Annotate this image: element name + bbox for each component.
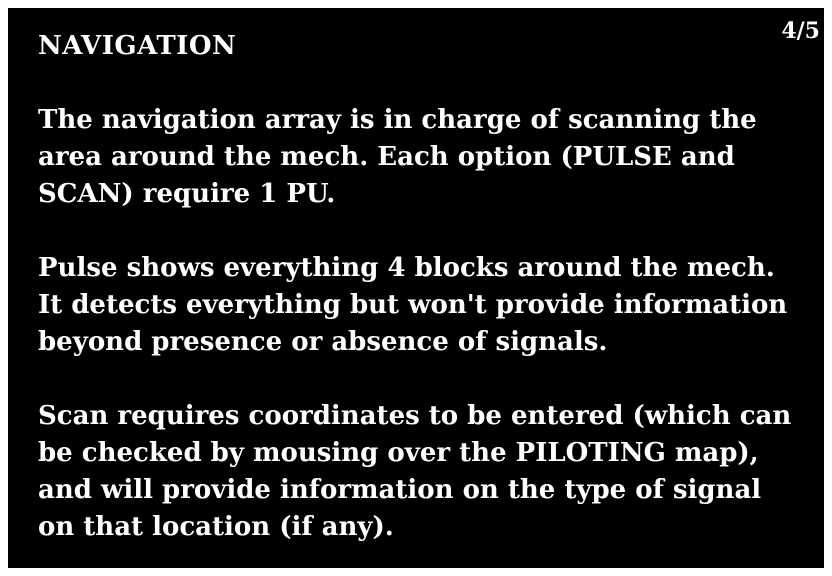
paragraph-scan: Scan requires coordinates to be entered … [38, 398, 798, 546]
paragraph-line: beyond presence or absence of signals. [38, 327, 608, 357]
tutorial-panel: 4/5 NAVIGATION The navigation array is i… [8, 8, 824, 568]
paragraph-line: The navigation array is in charge of sca… [38, 105, 757, 135]
paragraph-line: be checked by mousing over the PILOTING … [38, 438, 759, 468]
paragraph-line: It detects everything but won't provide … [38, 290, 788, 320]
paragraph-line: on that location (if any). [38, 512, 394, 542]
paragraph-pulse: Pulse shows everything 4 blocks around t… [38, 250, 798, 361]
paragraph-line: and will provide information on the type… [38, 475, 762, 505]
panel-title: NAVIGATION [38, 31, 237, 61]
paragraph-line: Scan requires coordinates to be entered … [38, 401, 792, 431]
paragraph-line: Pulse shows everything 4 blocks around t… [38, 253, 775, 283]
paragraph-navigation-overview: The navigation array is in charge of sca… [38, 102, 798, 213]
paragraph-line: area around the mech. Each option (PULSE… [38, 142, 735, 172]
paragraph-line: SCAN) require 1 PU. [38, 179, 336, 209]
panel-content: NAVIGATION The navigation array is in ch… [38, 28, 798, 546]
